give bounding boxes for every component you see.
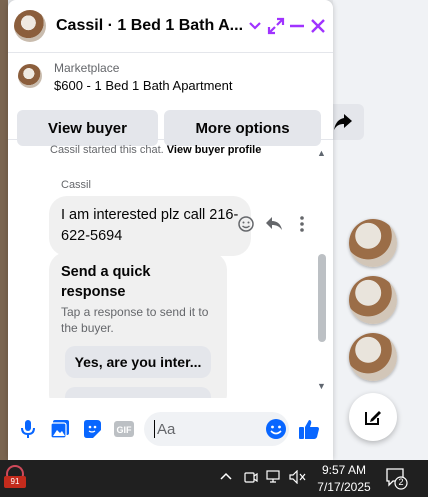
- react-icon[interactable]: [236, 214, 256, 234]
- reply-icon[interactable]: [264, 214, 284, 234]
- emoji-icon[interactable]: [265, 418, 287, 445]
- microphone-icon[interactable]: [14, 415, 42, 443]
- quick-response-description: Tap a response to send it to the buyer.: [61, 305, 209, 335]
- compose-icon: [365, 411, 381, 425]
- notification-center-icon[interactable]: 2: [384, 466, 408, 490]
- close-icon[interactable]: [308, 13, 327, 39]
- chat-started-text: Cassil started this chat.: [50, 144, 164, 156]
- chevron-up-icon[interactable]: [220, 470, 232, 484]
- photo-icon[interactable]: [46, 415, 74, 443]
- app-badge: 91: [4, 476, 26, 488]
- minimize-icon[interactable]: [287, 13, 306, 39]
- clock-time: 9:57 AM: [321, 463, 367, 477]
- new-message-button[interactable]: [349, 393, 397, 441]
- listing-source: Marketplace: [54, 61, 120, 75]
- sticker-icon[interactable]: [78, 415, 106, 443]
- clock[interactable]: 9:57 AM 7/17/2025: [316, 462, 372, 496]
- message-list: Cassil started this chat. View buyer pro…: [8, 140, 333, 398]
- notification-count: 2: [398, 477, 404, 487]
- quick-response-title: Send a quick response: [61, 264, 151, 300]
- listing-thumbnail: [18, 64, 42, 88]
- gif-icon[interactable]: GIF: [110, 415, 138, 443]
- chat-window: Cassil · 1 Bed 1 Bath A... Marketplace $…: [8, 0, 333, 460]
- listing-title: $600 - 1 Bed 1 Bath Apartment: [54, 78, 233, 93]
- view-buyer-profile-link[interactable]: View buyer profile: [167, 144, 262, 156]
- share-icon: [334, 114, 352, 130]
- svg-text:GIF: GIF: [117, 425, 133, 435]
- scrollbar-thumb[interactable]: [318, 254, 326, 342]
- message-input[interactable]: Aa: [144, 412, 289, 446]
- quick-response-option-2[interactable]: [65, 387, 211, 398]
- more-icon[interactable]: [292, 214, 312, 234]
- scroll-up-arrow[interactable]: ▲: [317, 148, 326, 158]
- expand-icon[interactable]: [266, 13, 285, 39]
- chevron-down-icon[interactable]: [245, 13, 264, 39]
- chat-header: Cassil · 1 Bed 1 Bath A...: [8, 0, 333, 53]
- meet-now-icon[interactable]: [244, 470, 258, 487]
- message-input-placeholder: Aa: [157, 420, 176, 438]
- scroll-down-arrow[interactable]: ▼: [317, 381, 326, 391]
- volume-muted-icon[interactable]: [289, 469, 307, 487]
- chat-title[interactable]: Cassil · 1 Bed 1 Bath A...: [56, 17, 243, 35]
- sender-name: Cassil: [61, 179, 91, 191]
- chat-head-1[interactable]: [349, 219, 397, 267]
- chat-started-notice: Cassil started this chat. View buyer pro…: [50, 144, 261, 156]
- network-icon[interactable]: [266, 470, 282, 487]
- quick-response-option[interactable]: Yes, are you inter...: [65, 346, 211, 378]
- quick-response-card: Send a quick response Tap a response to …: [49, 252, 227, 398]
- text-caret: [154, 420, 155, 438]
- message-bubble[interactable]: I am interested plz call 216-622-5694: [49, 196, 251, 256]
- chat-head-2[interactable]: [349, 276, 397, 324]
- chat-head-3[interactable]: [349, 333, 397, 381]
- composer: GIF Aa: [8, 398, 333, 460]
- listing-info[interactable]: Marketplace $600 - 1 Bed 1 Bath Apartmen…: [8, 53, 333, 103]
- background-photo-strip: [0, 0, 8, 460]
- clock-date: 7/17/2025: [317, 480, 371, 494]
- like-icon[interactable]: [295, 415, 323, 443]
- avatar[interactable]: [14, 10, 46, 42]
